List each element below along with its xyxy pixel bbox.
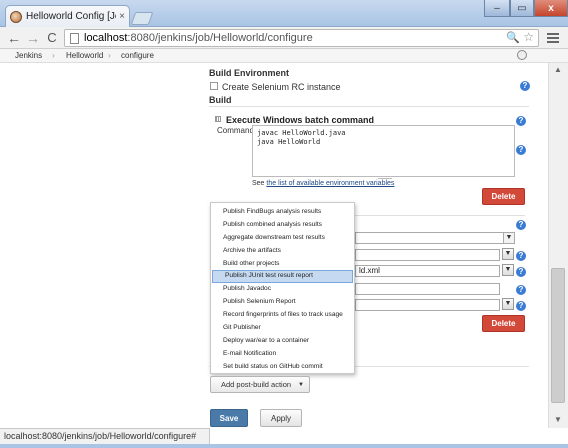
breadcrumb-jenkins[interactable]: Jenkins (15, 51, 42, 60)
build-section-title: Build (209, 95, 232, 105)
menu-item-archive-artifacts[interactable]: Archive the artifacts (211, 245, 354, 258)
page-scrollbar[interactable]: ▲ ▼ (548, 63, 568, 428)
section-divider (355, 215, 525, 216)
page-icon (70, 32, 79, 44)
url-text: localhost:8080/jenkins/job/Helloworld/co… (84, 32, 313, 44)
menu-item-findbugs[interactable]: Publish FindBugs analysis results (211, 206, 354, 219)
breadcrumb-separator: › (108, 51, 111, 60)
help-icon[interactable]: ? (516, 251, 526, 261)
help-icon[interactable]: ? (516, 116, 526, 126)
address-bar[interactable]: localhost:8080/jenkins/job/Helloworld/co… (64, 29, 539, 47)
tab-close-icon[interactable]: × (119, 11, 125, 22)
post-build-select[interactable]: ▼ (355, 232, 515, 244)
window-close-button[interactable]: x (534, 0, 568, 17)
drag-handle-icon[interactable] (215, 116, 221, 122)
post-build-input[interactable] (355, 283, 500, 295)
add-post-build-action-button[interactable]: Add post-build action ▼ (210, 376, 310, 393)
post-build-action-menu: Publish FindBugs analysis results Publis… (210, 202, 355, 374)
breadcrumb: Jenkins › Helloworld › configure (0, 49, 568, 63)
browser-tab[interactable]: Helloworld Config [Je × (5, 5, 130, 27)
menu-item-junit-report[interactable]: Publish JUnit test result report (212, 270, 353, 284)
chevron-down-icon: ▼ (503, 233, 514, 243)
selenium-rc-label: Create Selenium RC instance (222, 82, 341, 92)
jenkins-favicon-icon (10, 10, 22, 23)
chevron-down-icon: ▼ (298, 381, 304, 388)
delete-post-build-button[interactable]: Delete (482, 315, 525, 332)
menu-item-email-notification[interactable]: E-mail Notification (211, 348, 354, 361)
menu-item-aggregate-downstream[interactable]: Aggregate downstream test results (211, 232, 354, 245)
browser-menu-icon[interactable] (547, 33, 559, 43)
back-button[interactable]: ← (6, 30, 22, 46)
env-vars-hint: See the list of available environment va… (252, 180, 394, 187)
dropdown-button[interactable]: ▼ (502, 264, 514, 276)
new-tab-button[interactable] (130, 12, 154, 25)
bookmark-star-icon[interactable]: ☆ (523, 30, 534, 44)
help-icon[interactable]: ? (516, 301, 526, 311)
browser-titlebar: Helloworld Config [Je × – ▭ x (0, 0, 568, 27)
build-environment-title: Build Environment (209, 68, 290, 78)
help-icon[interactable]: ? (516, 267, 526, 277)
scroll-down-icon[interactable]: ▼ (554, 415, 562, 424)
menu-item-build-other-projects[interactable]: Build other projects (211, 258, 354, 271)
save-button[interactable]: Save (210, 409, 248, 427)
breadcrumb-helloworld[interactable]: Helloworld (66, 51, 103, 60)
command-textarea[interactable]: javac HelloWorld.java java HelloWorld (252, 125, 515, 177)
reload-button[interactable]: C (44, 30, 60, 46)
test-report-xml-input[interactable]: ld.xml (355, 265, 500, 277)
status-bar: localhost:8080/jenkins/job/Helloworld/co… (0, 428, 210, 444)
dropdown-button[interactable]: ▼ (502, 248, 514, 260)
section-divider (209, 106, 529, 107)
help-icon[interactable]: ? (520, 81, 530, 91)
window-bottom-edge (0, 444, 568, 448)
dropdown-button[interactable]: ▼ (502, 298, 514, 310)
build-step-title: Execute Windows batch command (226, 115, 374, 125)
browser-toolbar: ← → C localhost:8080/jenkins/job/Hellowo… (0, 27, 568, 49)
search-icon[interactable]: 🔍 (506, 31, 520, 44)
window-maximize-button[interactable]: ▭ (510, 0, 534, 17)
menu-item-record-fingerprints[interactable]: Record fingerprints of files to track us… (211, 309, 354, 322)
url-path: :8080/jenkins/job/Helloworld/configure (127, 32, 313, 44)
menu-item-combined-analysis[interactable]: Publish combined analysis results (211, 219, 354, 232)
scroll-up-icon[interactable]: ▲ (554, 65, 562, 74)
help-icon[interactable]: ? (516, 220, 526, 230)
env-vars-link[interactable]: the list of available environment variab… (266, 180, 394, 187)
post-build-input[interactable] (355, 249, 500, 261)
breadcrumb-configure[interactable]: configure (121, 51, 154, 60)
post-build-input[interactable] (355, 299, 500, 311)
menu-item-javadoc[interactable]: Publish Javadoc (211, 283, 354, 296)
url-host: localhost (84, 32, 128, 44)
apply-button[interactable]: Apply (260, 409, 302, 427)
selenium-rc-checkbox[interactable] (210, 82, 218, 90)
forward-button[interactable]: → (25, 30, 41, 46)
textarea-resize-handle[interactable] (378, 176, 392, 179)
help-icon[interactable] (517, 50, 527, 60)
command-label: Command (217, 126, 254, 135)
menu-item-selenium-report[interactable]: Publish Selenium Report (211, 296, 354, 309)
window-minimize-button[interactable]: – (484, 0, 510, 17)
delete-build-step-button[interactable]: Delete (482, 188, 525, 205)
help-icon[interactable]: ? (516, 285, 526, 295)
add-post-build-label: Add post-build action (221, 380, 292, 389)
menu-item-github-status[interactable]: Set build status on GitHub commit (211, 361, 354, 374)
env-vars-prefix: See (252, 180, 267, 187)
scrollbar-thumb[interactable] (551, 268, 565, 403)
tab-title: Helloworld Config [Je (26, 11, 117, 22)
breadcrumb-separator: › (52, 51, 55, 60)
menu-item-git-publisher[interactable]: Git Publisher (211, 322, 354, 335)
menu-item-deploy-war[interactable]: Deploy war/ear to a container (211, 335, 354, 348)
help-icon[interactable]: ? (516, 145, 526, 155)
